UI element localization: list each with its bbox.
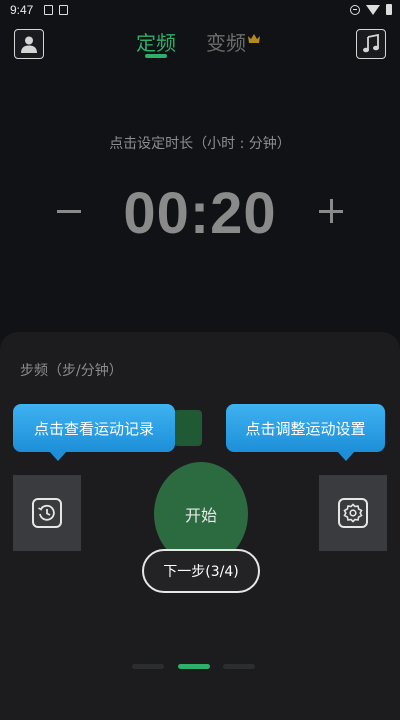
music-button[interactable]	[356, 29, 386, 59]
history-icon	[32, 498, 62, 528]
settings-tooltip: 点击调整运动设置	[226, 404, 385, 461]
active-tab-indicator	[145, 54, 167, 58]
music-note-icon	[363, 34, 379, 53]
timer-row: 00:20	[0, 180, 400, 246]
page-indicator	[0, 664, 400, 670]
history-tooltip: 点击查看运动记录	[13, 404, 175, 461]
notification-icon	[44, 5, 53, 15]
top-nav: 定频 变频	[0, 22, 400, 68]
do-not-disturb-icon	[350, 4, 360, 15]
next-step-label: 下一步(3/4)	[163, 564, 239, 580]
profile-button[interactable]	[14, 29, 44, 59]
battery-icon	[386, 4, 392, 15]
crown-icon	[248, 34, 260, 43]
notification-icons	[44, 5, 68, 15]
cadence-label: 步频（步/分钟）	[20, 363, 123, 379]
next-step-button[interactable]: 下一步(3/4)	[142, 549, 260, 593]
page-dot	[223, 664, 255, 669]
status-time: 9:47	[10, 3, 34, 17]
page-dot-active	[178, 664, 210, 669]
user-icon	[21, 36, 37, 53]
duration-hint: 点击设定时长（小时 : 分钟）	[109, 136, 291, 152]
status-bar: 9:47	[0, 0, 400, 22]
wifi-icon	[366, 4, 380, 15]
settings-button[interactable]	[319, 475, 387, 551]
increase-button[interactable]	[319, 199, 343, 223]
tab-variable-frequency[interactable]: 变频	[206, 27, 246, 56]
history-button[interactable]	[13, 475, 81, 551]
history-tooltip-text: 点击查看运动记录	[33, 419, 154, 438]
image-notification-icon	[59, 5, 68, 15]
gear-icon	[338, 498, 368, 528]
cadence-picker-thumb[interactable]	[174, 410, 202, 446]
tab-fixed-frequency[interactable]: 定频	[136, 27, 176, 56]
page-dot	[132, 664, 164, 669]
start-button-label: 开始	[184, 506, 217, 525]
settings-tooltip-text: 点击调整运动设置	[245, 419, 366, 438]
status-indicators	[350, 4, 392, 15]
